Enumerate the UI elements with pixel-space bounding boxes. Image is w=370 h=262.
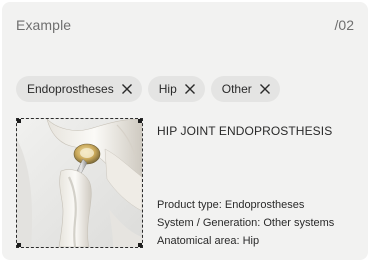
anatomical-area: Anatomical area: Hip: [157, 235, 260, 247]
corner-handle-bottom-right[interactable]: [138, 243, 142, 247]
filter-chip-label: Other: [221, 82, 252, 96]
filter-chip-label: Hip: [158, 82, 177, 96]
corner-handle-bottom-left[interactable]: [17, 243, 21, 247]
filter-chip-other[interactable]: Other: [210, 76, 280, 102]
filter-chip-label: Endoprostheses: [27, 82, 114, 96]
product-title[interactable]: HIP JOINT ENDOPROSTHESIS: [157, 124, 332, 138]
hip-implant-illustration: [17, 119, 142, 247]
product-type: Product type: Endoprostheses: [157, 199, 305, 211]
card-title: Example: [16, 17, 72, 33]
close-icon[interactable]: [184, 83, 196, 95]
product-details: Product type: Endoprostheses System / Ge…: [157, 196, 334, 250]
close-icon[interactable]: [259, 83, 271, 95]
filter-chips: Endoprostheses Hip Other: [16, 76, 280, 102]
card-index: /02: [334, 17, 354, 33]
filter-chip-endoprostheses[interactable]: Endoprostheses: [16, 76, 142, 102]
product-card: Example /02 Endoprostheses Hip Other HIP…: [2, 2, 368, 260]
system-generation: System / Generation: Other systems: [157, 217, 335, 229]
close-icon[interactable]: [121, 83, 133, 95]
product-image[interactable]: [16, 118, 143, 248]
corner-handle-top-left[interactable]: [17, 119, 21, 123]
corner-handle-top-right[interactable]: [138, 119, 142, 123]
filter-chip-hip[interactable]: Hip: [147, 76, 205, 102]
